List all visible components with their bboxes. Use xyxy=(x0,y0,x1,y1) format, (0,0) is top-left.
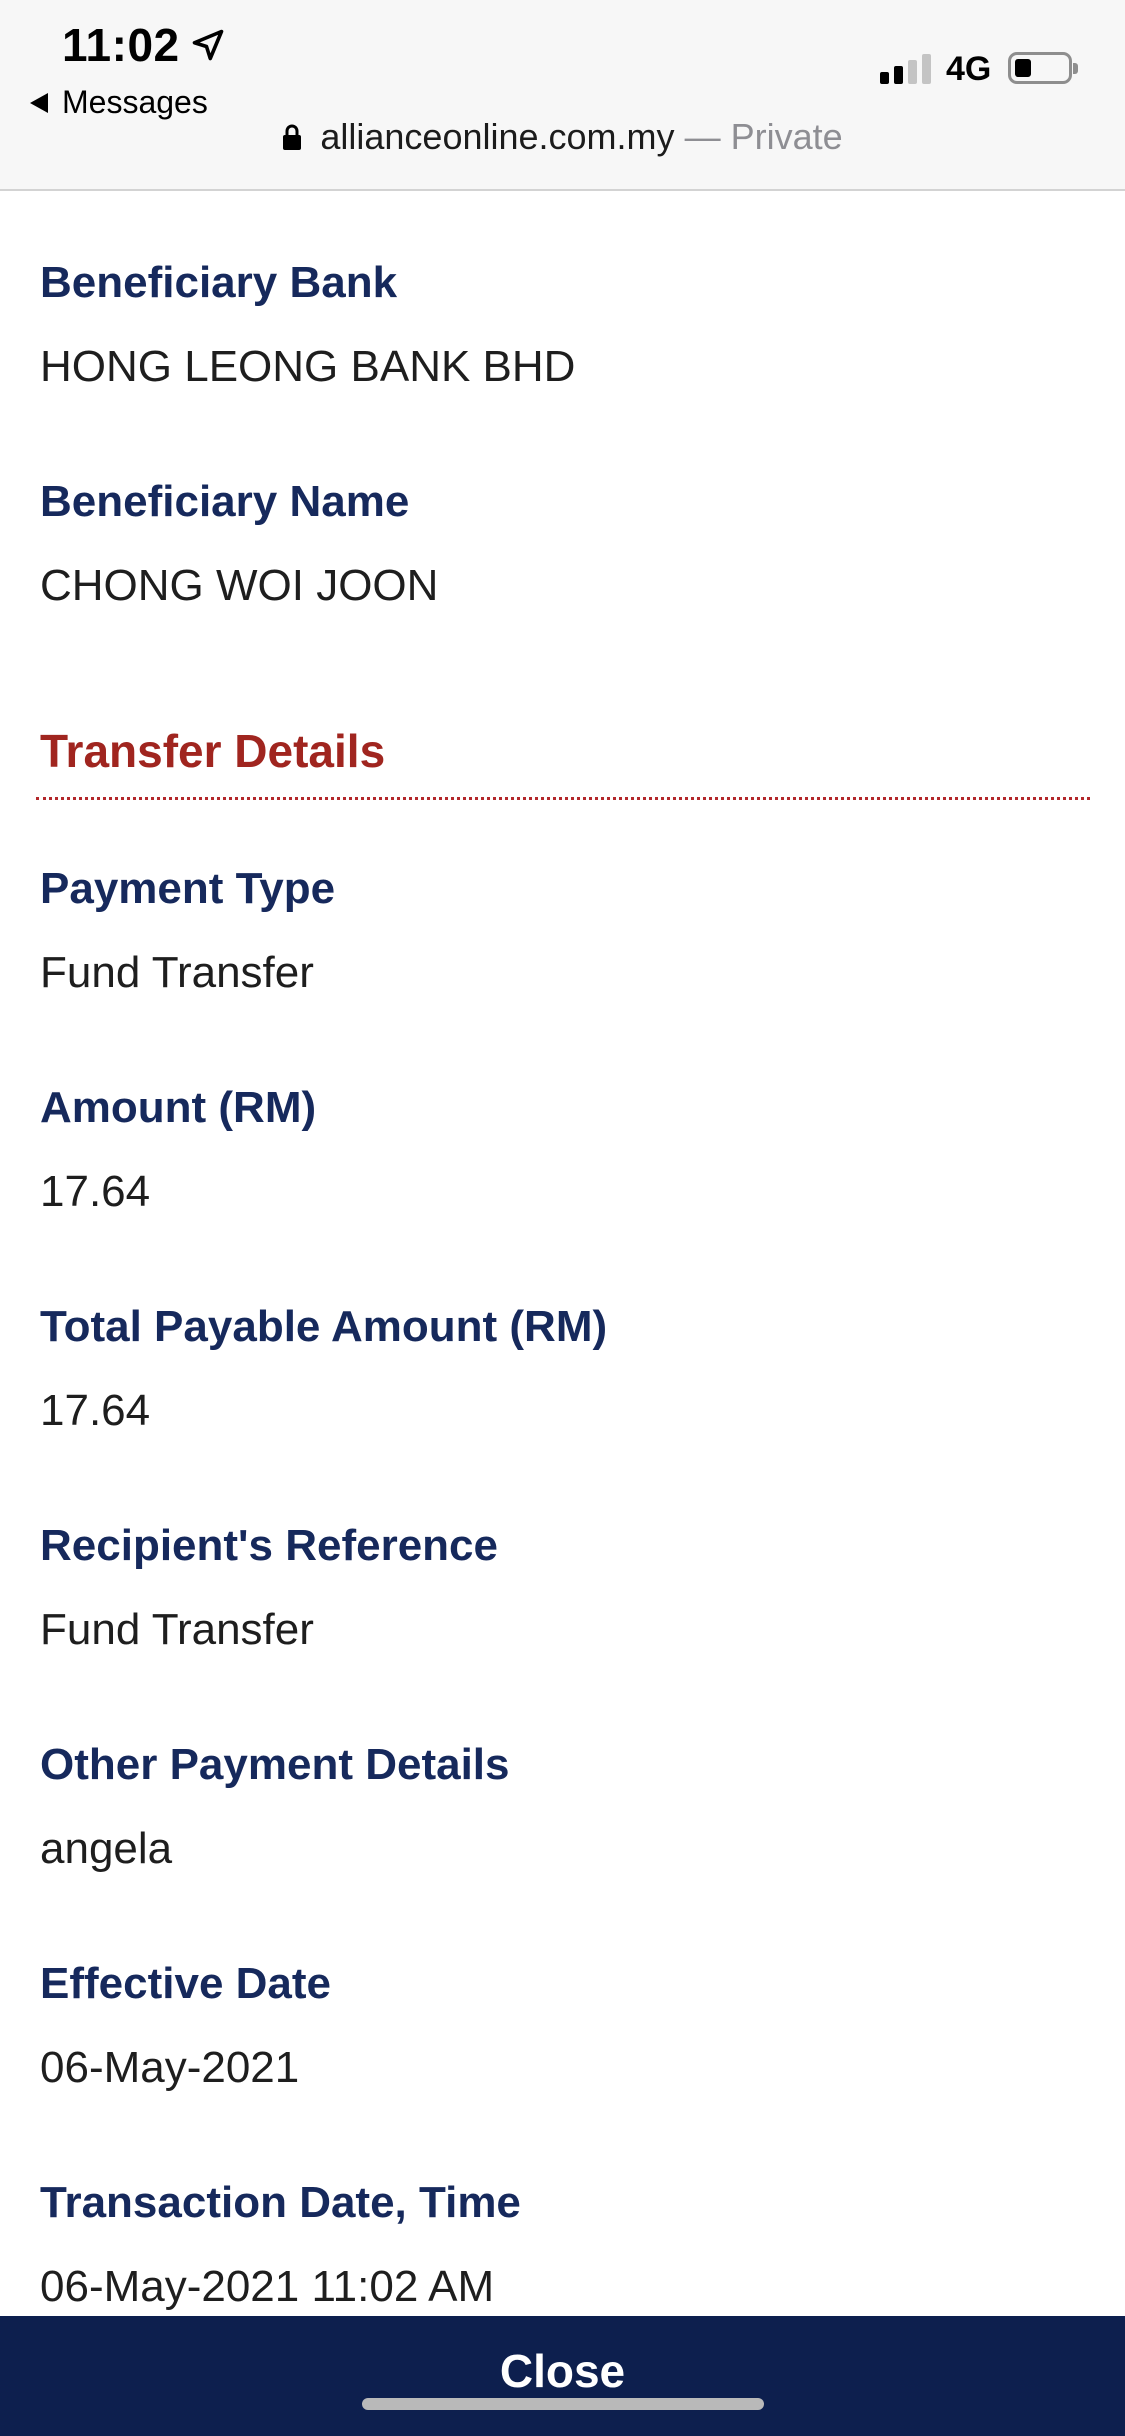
location-arrow-icon xyxy=(192,29,223,61)
payment-type-label: Payment Type xyxy=(40,864,336,913)
home-indicator[interactable] xyxy=(362,2398,764,2410)
total-payable-label: Total Payable Amount (RM) xyxy=(40,1302,608,1351)
recipient-reference-label: Recipient's Reference xyxy=(40,1521,498,1570)
cellular-signal-icon xyxy=(880,54,931,84)
total-payable-value: 17.64 xyxy=(40,1386,151,1435)
address-bar[interactable]: allianceonline.com.my — Private xyxy=(0,116,1125,158)
beneficiary-bank-label: Beneficiary Bank xyxy=(40,258,398,307)
battery-icon xyxy=(1008,52,1078,84)
browser-chrome: 11:02 Messages 4G allianceonline.com.my … xyxy=(0,0,1125,191)
transaction-datetime-label: Transaction Date, Time xyxy=(40,2178,521,2227)
status-time-text: 11:02 xyxy=(62,19,180,71)
beneficiary-bank-value: HONG LEONG BANK BHD xyxy=(40,342,576,391)
network-type: 4G xyxy=(946,50,992,88)
footer-bar: Close xyxy=(0,2316,1125,2436)
other-payment-details-label: Other Payment Details xyxy=(40,1740,510,1789)
transaction-datetime-value: 06-May-2021 11:02 AM xyxy=(40,2262,495,2311)
recipient-reference-value: Fund Transfer xyxy=(40,1605,314,1654)
private-mode-label: — Private xyxy=(684,116,843,157)
back-triangle-icon xyxy=(30,92,48,113)
status-time: 11:02 xyxy=(62,18,226,72)
lock-icon xyxy=(283,124,302,150)
payment-type-value: Fund Transfer xyxy=(40,948,314,997)
section-divider xyxy=(36,797,1090,800)
other-payment-details-value: angela xyxy=(40,1824,173,1873)
amount-value: 17.64 xyxy=(40,1167,151,1216)
beneficiary-name-value: CHONG WOI JOON xyxy=(40,561,439,610)
effective-date-value: 06-May-2021 xyxy=(40,2043,300,2092)
beneficiary-name-label: Beneficiary Name xyxy=(40,477,410,526)
amount-label: Amount (RM) xyxy=(40,1083,317,1132)
close-button[interactable]: Close xyxy=(0,2316,1125,2436)
url-domain: allianceonline.com.my xyxy=(320,116,675,157)
effective-date-label: Effective Date xyxy=(40,1959,332,2008)
transfer-details-heading: Transfer Details xyxy=(40,725,386,777)
